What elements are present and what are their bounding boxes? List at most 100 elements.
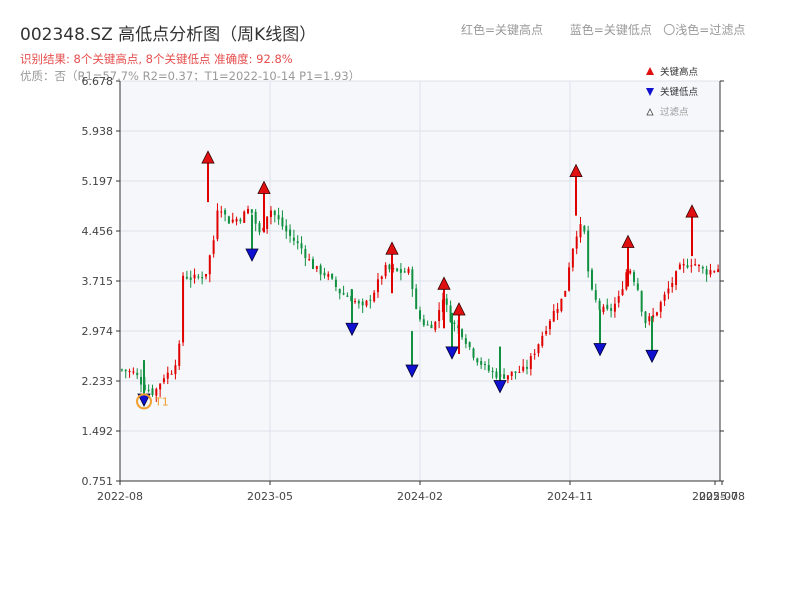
candle-body	[289, 229, 292, 236]
legend-label: 过滤点	[660, 106, 689, 118]
candle-body	[224, 210, 227, 215]
candle-body	[331, 273, 334, 279]
candle-body	[239, 219, 242, 222]
candle-body	[399, 269, 402, 273]
candle-body	[629, 270, 632, 274]
x-tick-label: 2024-11	[547, 490, 593, 503]
candle-body	[220, 211, 223, 213]
candle-body	[361, 301, 364, 306]
candle-body	[717, 269, 720, 273]
candle-body	[476, 358, 479, 363]
candle-body	[319, 265, 322, 275]
candle-body	[686, 265, 689, 268]
candle-body	[552, 310, 555, 322]
x-tick-label: 2025-08	[699, 490, 745, 503]
candle-body	[594, 290, 597, 300]
candle-body	[633, 272, 636, 282]
candle-body	[178, 343, 181, 366]
candle-body	[204, 274, 207, 277]
candle-body	[201, 277, 204, 279]
legend-label: 关键低点	[660, 86, 699, 98]
candle-body	[415, 288, 418, 309]
candle-body	[300, 243, 303, 249]
candle-body	[269, 210, 272, 218]
candle-body	[376, 279, 379, 293]
candle-body	[510, 371, 513, 376]
y-tick-label: 6.678	[82, 75, 114, 88]
candle-body	[403, 271, 406, 273]
y-tick-label: 2.974	[82, 325, 114, 338]
candle-body	[193, 274, 196, 279]
candle-body	[342, 293, 345, 295]
candle-body	[323, 272, 326, 276]
candle-body	[120, 369, 123, 371]
candle-body	[472, 348, 475, 358]
candle-body	[147, 389, 150, 391]
candle-body	[529, 356, 532, 370]
candle-body	[346, 295, 349, 297]
y-tick-label: 5.938	[82, 125, 114, 138]
candle-body	[136, 372, 139, 376]
candle-body	[682, 264, 685, 266]
candle-body	[568, 267, 571, 291]
candle-body	[166, 372, 169, 379]
candle-body	[159, 383, 162, 390]
t1-label: T1	[154, 395, 169, 408]
candle-body	[434, 321, 437, 330]
candle-body	[216, 210, 219, 240]
candle-body	[548, 320, 551, 330]
candle-body	[579, 224, 582, 238]
candle-body	[518, 371, 521, 373]
candle-body	[675, 271, 678, 285]
candle-body	[258, 223, 261, 233]
candle-body	[407, 268, 410, 273]
candle-body	[185, 276, 188, 279]
candle-body	[587, 230, 590, 272]
candle-body	[140, 376, 143, 385]
candle-body	[648, 316, 651, 322]
y-tick-label: 1.492	[82, 425, 114, 438]
candle-body	[174, 365, 177, 375]
x-tick-label: 2024-02	[397, 490, 443, 503]
candle-body	[189, 277, 192, 280]
candle-body	[327, 274, 330, 277]
candle-body	[541, 335, 544, 346]
candle-body	[640, 291, 643, 312]
legend-label: 关键高点	[660, 66, 699, 78]
candle-body	[705, 269, 708, 275]
candle-body	[311, 259, 314, 269]
candle-body	[464, 338, 467, 344]
candle-body	[480, 361, 483, 365]
candle-body	[495, 371, 498, 378]
candle-body	[655, 312, 658, 316]
candle-body	[659, 302, 662, 312]
candle-body	[533, 353, 536, 355]
candle-body	[701, 267, 704, 269]
candle-body	[690, 265, 693, 267]
candle-body	[697, 265, 700, 267]
candle-body	[197, 276, 200, 278]
candle-body	[212, 240, 215, 254]
candle-body	[453, 322, 456, 324]
candle-body	[124, 369, 127, 372]
candle-body	[671, 282, 674, 288]
candle-body	[162, 378, 165, 383]
candle-body	[388, 264, 391, 270]
candle-body	[254, 211, 257, 224]
candle-body	[487, 365, 490, 371]
candle-body	[713, 271, 716, 273]
y-tick-label: 5.197	[82, 175, 114, 188]
candle-body	[667, 288, 670, 294]
y-tick-label: 3.715	[82, 275, 114, 288]
legend-high-marker	[646, 67, 654, 75]
candle-body	[678, 264, 681, 270]
candle-body	[545, 330, 548, 334]
candle-body	[610, 308, 613, 311]
candlestick-chart: 6.678 5.938 5.197 4.456 3.715 2.974 2.233 1.492…	[82, 66, 745, 503]
candle-body	[583, 226, 586, 232]
candle-body	[338, 288, 341, 294]
candle-body	[556, 308, 559, 313]
candle-body	[227, 216, 230, 224]
candle-body	[384, 264, 387, 277]
candle-body	[506, 375, 509, 380]
